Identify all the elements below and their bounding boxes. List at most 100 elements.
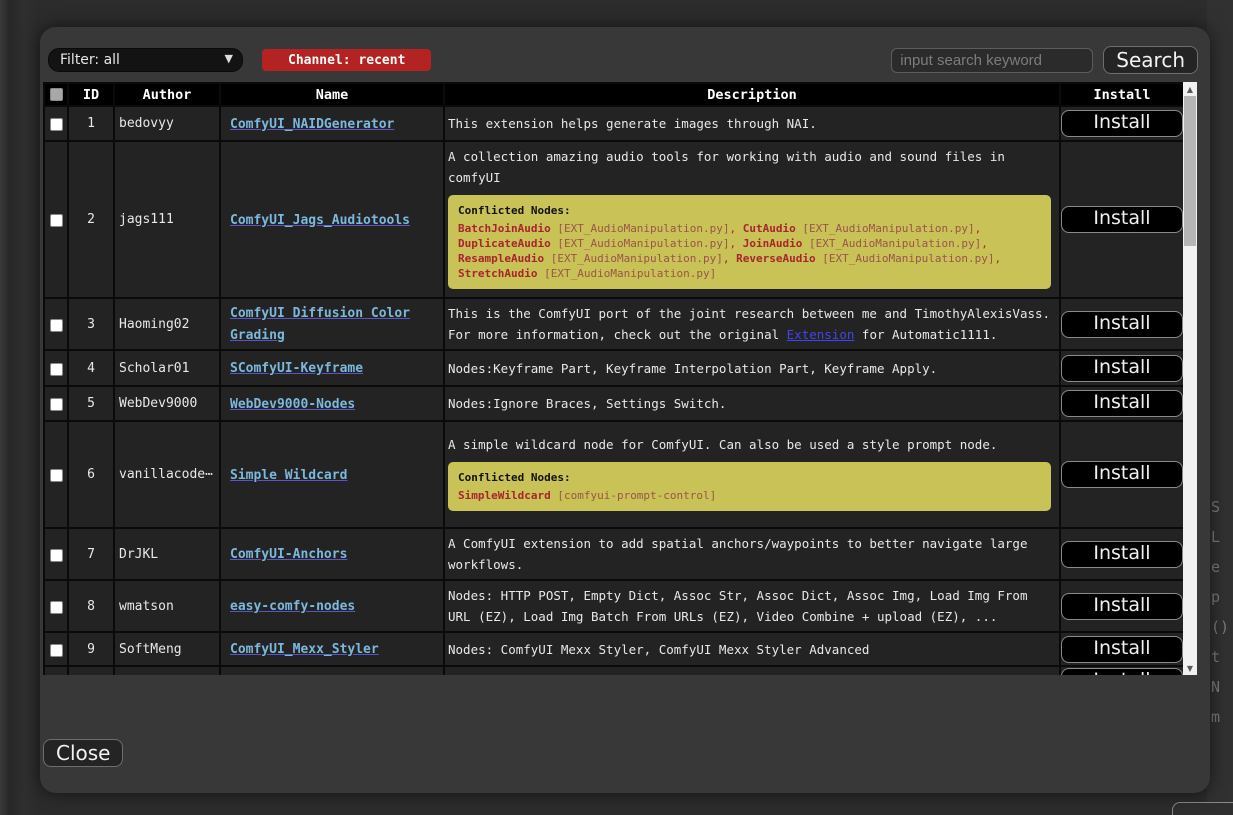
extension-name-link[interactable]: easy-comfy-nodes [230, 599, 355, 614]
install-button[interactable]: Install [1061, 206, 1183, 233]
install-button[interactable]: Install [1061, 110, 1183, 137]
extension-table: ID Author Name Description Install 1 bed… [43, 82, 1183, 675]
conflicted-nodes-box: Conflicted Nodes:SimpleWildcard [comfyui… [448, 462, 1051, 511]
row-author: WebDev9000 [114, 386, 220, 421]
partial-button-behind-dialog [1172, 802, 1233, 815]
row-author: jags111 [114, 141, 220, 298]
background-text-fragment: p [1211, 588, 1220, 606]
row-author: zcfrank1st [114, 666, 220, 675]
row-id: 7 [68, 528, 114, 580]
table-row: 1 bedovyy ComfyUI_NAIDGenerator This ext… [44, 106, 1183, 141]
conflict-node-source: [EXT_AudioManipulation.py] [544, 252, 723, 265]
conflicted-nodes-list: SimpleWildcard [comfyui-prompt-control] [458, 488, 1041, 503]
row-description: Nodes: HTTP POST, Empty Dict, Assoc Str,… [448, 585, 1053, 627]
background-text-fragment: S [1211, 498, 1220, 516]
conflict-node-source: [EXT_AudioManipulation.py] [816, 252, 995, 265]
row-checkbox[interactable] [50, 601, 63, 614]
row-description-cell: Nodes:Ignore Braces, Settings Switch. [444, 386, 1060, 421]
table-scrollbar[interactable]: ▲ ▼ [1183, 82, 1197, 675]
header-install: Install [1060, 83, 1183, 106]
row-description: A simple wildcard node for ComfyUI. Can … [448, 434, 1053, 455]
row-description: This extension helps generate images thr… [448, 113, 1053, 134]
install-button[interactable]: Install [1061, 636, 1183, 663]
row-checkbox[interactable] [50, 398, 63, 411]
extension-name-link[interactable]: Simple Wildcard [230, 468, 347, 483]
install-button[interactable]: Install [1061, 355, 1183, 382]
row-install-cell: Install [1060, 666, 1183, 675]
row-checkbox[interactable] [50, 469, 63, 482]
row-install-cell: Install [1060, 386, 1183, 421]
header-id: ID [68, 83, 114, 106]
table-row: 10 zcfrank1st ComfyUI Yolov8 Nodes: Yolo… [44, 666, 1183, 675]
background-page-right-edge: SLep()tNm [1207, 0, 1233, 815]
extension-name-link[interactable]: ComfyUI-Anchors [230, 547, 347, 562]
install-custom-nodes-dialog: Filter: all ▼ Channel: recent Search [40, 27, 1210, 793]
row-id: 1 [68, 106, 114, 141]
extension-name-link[interactable]: ComfyUI Yolov8 [230, 675, 340, 676]
install-button[interactable]: Install [1061, 311, 1183, 338]
row-install-cell: Install [1060, 298, 1183, 350]
install-button[interactable]: Install [1061, 593, 1183, 620]
extension-name-link[interactable]: SComfyUI-Keyframe [230, 361, 363, 376]
row-name-cell: ComfyUI_Mexx_Styler [220, 632, 444, 666]
row-checkbox-cell [44, 106, 68, 141]
row-checkbox-cell [44, 421, 68, 528]
conflict-node-name: StretchAudio [458, 267, 537, 280]
row-checkbox[interactable] [50, 214, 63, 227]
row-name-cell: Simple Wildcard [220, 421, 444, 528]
row-install-cell: Install [1060, 632, 1183, 666]
description-text: Nodes: Yolov8Detection, Yolov8Segmentati… [448, 674, 1043, 675]
channel-badge[interactable]: Channel: recent [262, 49, 431, 71]
row-checkbox-cell [44, 580, 68, 632]
scrollbar-thumb[interactable] [1184, 96, 1196, 246]
table-row: 6 vanillacode⋯ Simple Wildcard A simple … [44, 421, 1183, 528]
background-text-fragment: N [1211, 678, 1220, 696]
row-checkbox[interactable] [50, 319, 63, 332]
conflict-node-name: ReverseAudio [736, 252, 815, 265]
row-checkbox[interactable] [50, 549, 63, 562]
extension-name-link[interactable]: WebDev9000-Nodes [230, 397, 355, 412]
table-row: 9 SoftMeng ComfyUI_Mexx_Styler Nodes: Co… [44, 632, 1183, 666]
scroll-up-icon[interactable]: ▲ [1183, 82, 1197, 96]
conflict-node-source: [comfyui-prompt-control] [551, 489, 717, 502]
search-input[interactable] [891, 48, 1093, 73]
install-button[interactable]: Install [1061, 668, 1183, 675]
row-checkbox[interactable] [50, 644, 63, 657]
row-author: bedovyy [114, 106, 220, 141]
extension-name-link[interactable]: ComfyUI_Mexx_Styler [230, 642, 379, 657]
filter-select[interactable]: Filter: all [48, 48, 243, 72]
install-button[interactable]: Install [1061, 461, 1183, 488]
row-name-cell: ComfyUI Yolov8 [220, 666, 444, 675]
select-all-checkbox[interactable] [50, 88, 63, 101]
header-name: Name [220, 83, 444, 106]
row-name-cell: ComfyUI Diffusion Color Grading [220, 298, 444, 350]
conflict-node-name: BatchJoinAudio [458, 222, 551, 235]
row-description: Nodes:Keyframe Part, Keyframe Interpolat… [448, 358, 1053, 379]
row-install-cell: Install [1060, 580, 1183, 632]
extension-name-link[interactable]: ComfyUI Diffusion Color Grading [230, 306, 410, 343]
row-description-cell: Nodes: Yolov8Detection, Yolov8Segmentati… [444, 666, 1060, 675]
row-checkbox[interactable] [50, 363, 63, 376]
extension-name-link[interactable]: ComfyUI_NAIDGenerator [230, 117, 394, 132]
table-row: 2 jags111 ComfyUI_Jags_Audiotools A coll… [44, 141, 1183, 298]
description-link[interactable]: Extension [787, 327, 855, 342]
background-text-fragment: m [1211, 708, 1220, 726]
conflict-node-source: [EXT_AudioManipulation.py] [537, 267, 716, 280]
row-name-cell: ComfyUI_Jags_Audiotools [220, 141, 444, 298]
description-text: A simple wildcard node for ComfyUI. Can … [448, 437, 997, 452]
row-name-cell: WebDev9000-Nodes [220, 386, 444, 421]
install-button[interactable]: Install [1061, 390, 1183, 417]
install-button[interactable]: Install [1061, 541, 1183, 568]
header-select-all [44, 83, 68, 106]
search-button[interactable]: Search [1103, 46, 1198, 74]
background-text-fragment: L [1211, 528, 1220, 546]
row-id: 9 [68, 632, 114, 666]
row-checkbox[interactable] [50, 118, 63, 131]
scroll-down-icon[interactable]: ▼ [1183, 661, 1197, 675]
row-install-cell: Install [1060, 141, 1183, 298]
row-description: This is the ComfyUI port of the joint re… [448, 303, 1053, 345]
extension-name-link[interactable]: ComfyUI_Jags_Audiotools [230, 213, 410, 228]
description-text: This extension helps generate images thr… [448, 116, 817, 131]
extension-table-body: 1 bedovyy ComfyUI_NAIDGenerator This ext… [44, 106, 1183, 675]
close-button[interactable]: Close [43, 739, 123, 767]
